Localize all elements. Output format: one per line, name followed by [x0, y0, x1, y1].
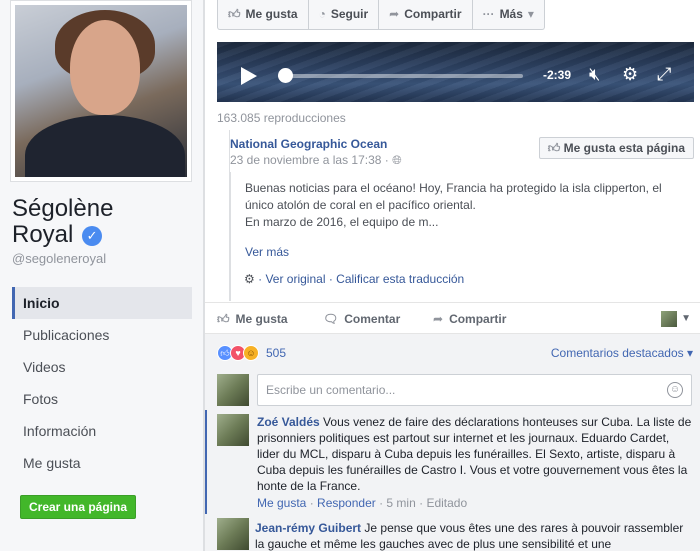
- verified-check-icon: ✓: [82, 226, 103, 246]
- see-original-link[interactable]: Ver original: [265, 272, 325, 286]
- share-arrow-icon: ➦: [433, 312, 444, 326]
- like-page-button[interactable]: 👍︎ Me gusta: [218, 0, 309, 29]
- rate-translation-link[interactable]: Calificar esta traducción: [336, 272, 464, 286]
- sidebar-item-me-gusta[interactable]: Me gusta: [12, 447, 192, 479]
- comment-reply-link[interactable]: Responder: [317, 496, 376, 510]
- more-button[interactable]: ··· Más ▾: [473, 0, 544, 29]
- left-sidebar: Ségolène Royal ✓ @segoleneroyal Inicio P…: [0, 0, 204, 551]
- current-user-avatar: [217, 374, 249, 406]
- reaction-count[interactable]: 505: [266, 346, 286, 360]
- source-page-link[interactable]: National Geographic Ocean: [230, 137, 387, 151]
- comment-text: Zoé Valdés Vous venez de faire des décla…: [257, 415, 692, 493]
- chevron-down-icon: ▾: [686, 346, 693, 360]
- sidebar-item-informacion[interactable]: Información: [12, 415, 192, 447]
- see-more-link[interactable]: Ver más: [245, 245, 695, 259]
- sidebar-nav: Inicio Publicaciones Videos Fotos Inform…: [12, 287, 192, 479]
- comment-item: Zoé Valdés Vous venez de faire des décla…: [205, 410, 700, 514]
- view-count: 163.085 reproducciones: [217, 111, 346, 125]
- reactions-summary[interactable]: 👍︎ ♥ ☺ 505: [217, 344, 286, 362]
- post-text-p1: Buenas noticias para el océano! Hoy, Fra…: [245, 181, 662, 212]
- globe-icon: 🌐︎: [392, 153, 402, 167]
- comment-author-link[interactable]: Jean-rémy Guibert: [255, 521, 361, 535]
- shared-post: National Geographic Ocean 23 de noviembr…: [229, 130, 694, 301]
- thumbs-up-icon: 👍︎: [217, 312, 230, 326]
- post-actions-bar: 👍︎ Me gusta 🗨︎ Comentar ➦ Compartir ▼: [205, 302, 700, 334]
- rss-icon: ◔: [318, 7, 326, 21]
- comment-button[interactable]: 🗨︎ Comentar: [323, 303, 400, 335]
- share-post-button[interactable]: ➦ Compartir: [433, 303, 506, 335]
- comment-input[interactable]: Escribe un comentario... ☺: [257, 374, 692, 406]
- video-progress-bar[interactable]: [278, 74, 523, 78]
- comments-section: 👍︎ ♥ ☺ 505 Comentarios destacados ▾ Escr…: [205, 334, 700, 551]
- profile-photo: [15, 5, 187, 177]
- post-timestamp[interactable]: 23 de noviembre a las 17:38 · 🌐︎: [230, 153, 402, 168]
- sidebar-item-videos[interactable]: Videos: [12, 351, 192, 383]
- video-player[interactable]: -2:39 🔇︎ ⚙ ⤢: [217, 42, 694, 102]
- thumbs-up-icon: 👍︎: [547, 141, 561, 155]
- settings-gear-icon[interactable]: ⚙: [622, 64, 638, 84]
- haha-reaction-icon: ☺: [243, 345, 259, 361]
- translation-links: ⚙ · Ver original · Calificar esta traduc…: [244, 272, 465, 286]
- emoji-icon[interactable]: ☺: [667, 382, 683, 398]
- sidebar-item-fotos[interactable]: Fotos: [12, 383, 192, 415]
- fullscreen-icon[interactable]: ⤢: [657, 64, 671, 84]
- comment-bubble-icon: 🗨︎: [323, 312, 339, 326]
- share-arrow-icon: ➦: [389, 7, 400, 21]
- ellipsis-icon: ···: [482, 7, 495, 21]
- mute-icon[interactable]: 🔇︎: [589, 64, 600, 84]
- commenter-avatar[interactable]: [217, 414, 249, 446]
- like-this-page-button[interactable]: 👍︎ Me gusta esta página: [538, 137, 694, 159]
- share-page-button[interactable]: ➦ Compartir: [379, 0, 473, 29]
- comment-meta: Me gusta · Responder · 5 min · Editado: [257, 496, 468, 510]
- follow-button[interactable]: ◔ Seguir: [309, 0, 380, 29]
- thumbs-up-icon: 👍︎: [228, 7, 241, 21]
- profile-picture[interactable]: [10, 0, 192, 182]
- comment-edited: Editado: [426, 496, 468, 510]
- video-time-remaining: -2:39: [543, 68, 572, 82]
- chevron-down-icon[interactable]: ▼: [681, 303, 691, 335]
- top-comments-dropdown[interactable]: Comentarios destacados ▾: [551, 346, 693, 360]
- comment-text: Jean-rémy Guibert Je pense que vous êtes…: [255, 521, 684, 551]
- comment-time[interactable]: 5 min: [386, 496, 415, 510]
- like-post-button[interactable]: 👍︎ Me gusta: [217, 303, 288, 335]
- comment-author-link[interactable]: Zoé Valdés: [257, 415, 320, 429]
- commenter-avatar[interactable]: [217, 518, 249, 550]
- page-name[interactable]: Ségolène Royal ✓: [12, 196, 113, 248]
- post-as-avatar[interactable]: [661, 311, 677, 327]
- create-page-button[interactable]: Crear una página: [20, 495, 136, 519]
- page-action-bar: 👍︎ Me gusta ◔ Seguir ➦ Compartir ··· Más…: [217, 0, 545, 30]
- translate-gear-icon[interactable]: ⚙: [244, 272, 255, 286]
- page-handle[interactable]: @segoleneroyal: [12, 251, 106, 266]
- main-column: 👍︎ Me gusta ◔ Seguir ➦ Compartir ··· Más…: [204, 0, 700, 551]
- play-icon[interactable]: [241, 67, 257, 85]
- comment-like-link[interactable]: Me gusta: [257, 496, 306, 510]
- post-text-p2: En marzo de 2016, el equipo de m...: [245, 215, 439, 229]
- chevron-down-icon: ▾: [527, 7, 534, 21]
- sidebar-item-publicaciones[interactable]: Publicaciones: [12, 319, 192, 351]
- sidebar-item-inicio[interactable]: Inicio: [12, 287, 192, 319]
